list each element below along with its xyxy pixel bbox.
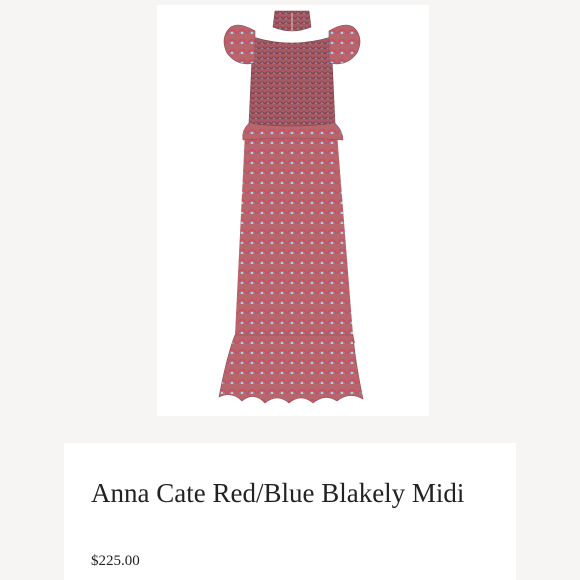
product-listing-page: Anna Cate Red/Blue Blakely Midi $225.00	[0, 0, 580, 580]
product-info-card: Anna Cate Red/Blue Blakely Midi $225.00	[64, 443, 516, 580]
dress-photo-icon	[157, 5, 429, 416]
product-image[interactable]	[157, 5, 429, 416]
product-price: $225.00	[91, 553, 140, 569]
product-title[interactable]: Anna Cate Red/Blue Blakely Midi	[91, 477, 491, 510]
